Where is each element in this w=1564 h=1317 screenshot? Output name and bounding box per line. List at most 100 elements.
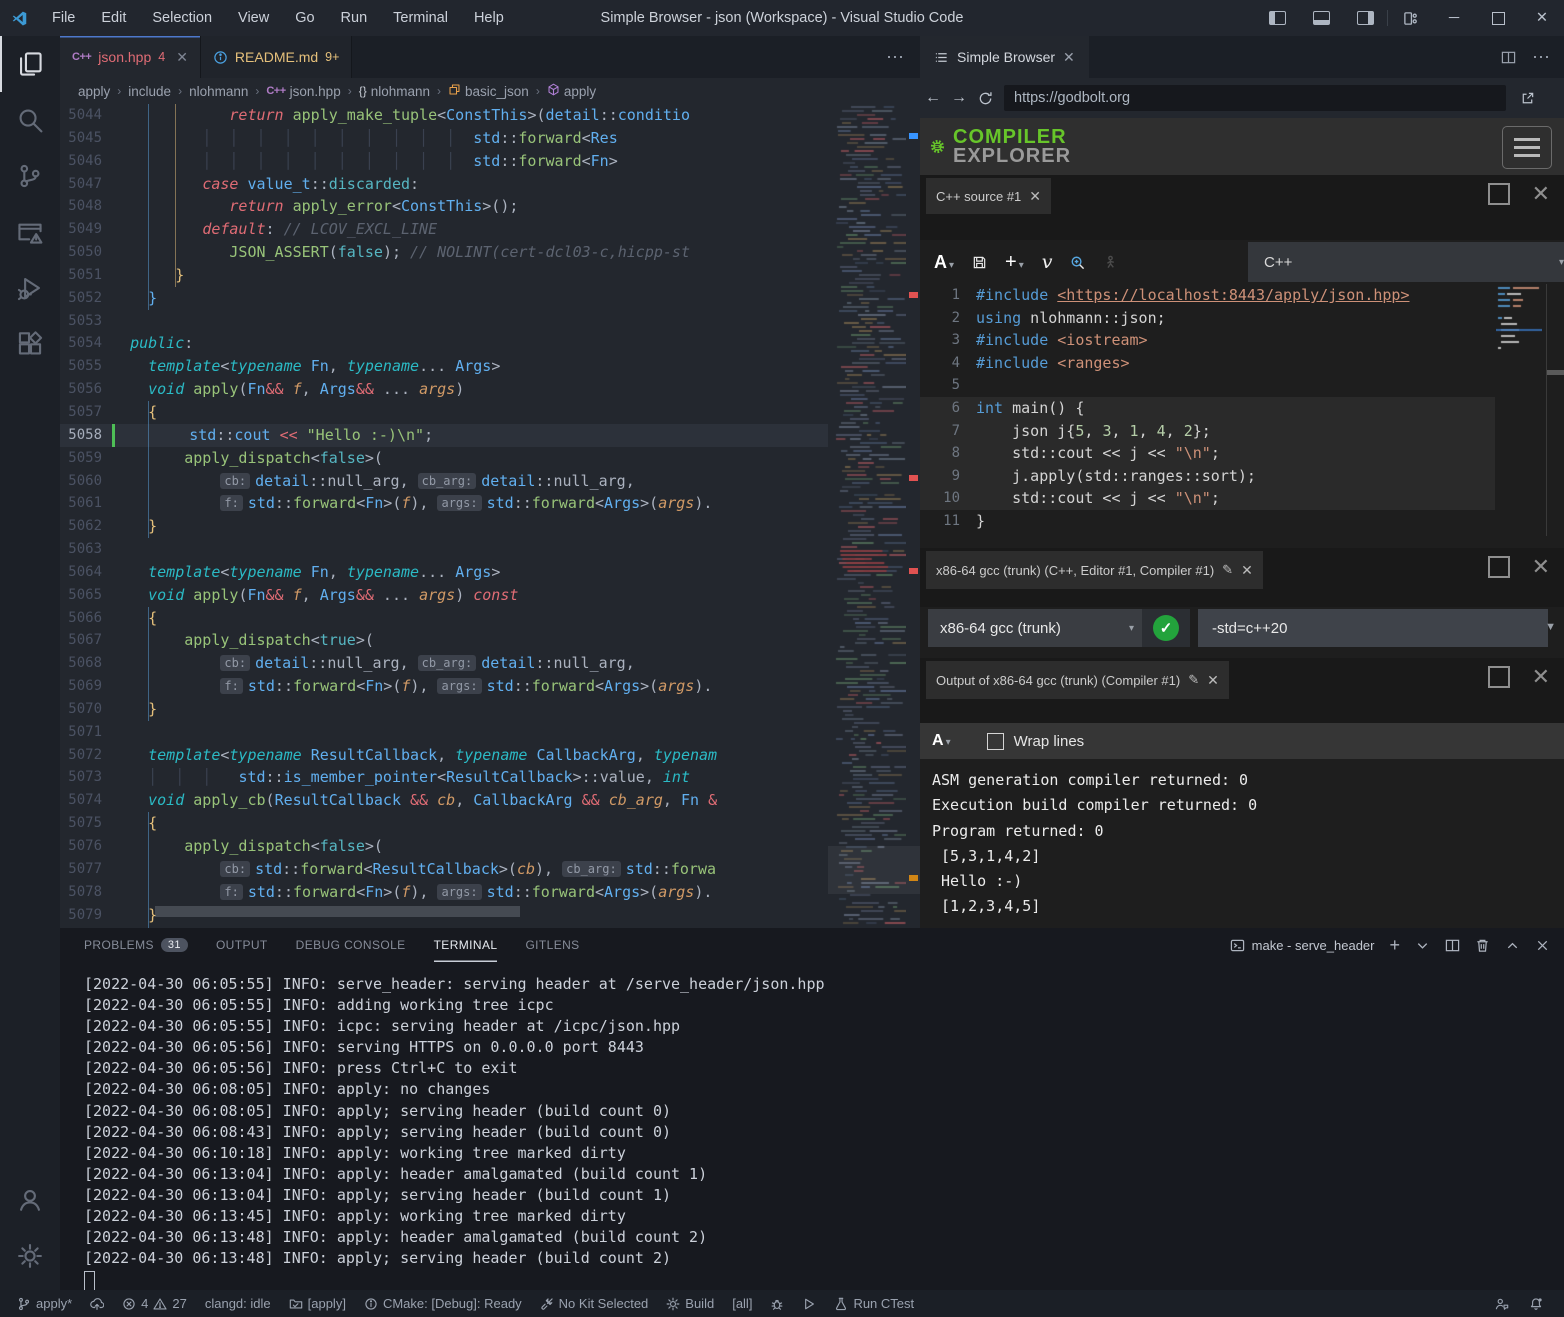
code-line[interactable]: 5063 — [60, 538, 920, 561]
close-pane-icon[interactable]: ✕ — [1532, 185, 1550, 203]
language-select[interactable]: C++▾ — [1248, 242, 1564, 282]
code-line[interactable]: 5047 case value_t::discarded: — [60, 173, 920, 196]
code-line[interactable]: 5078 f:std::forward<Fn>(f), args:std::fo… — [60, 881, 920, 904]
new-terminal-icon[interactable]: + — [1389, 935, 1400, 956]
status-item[interactable] — [1522, 1290, 1550, 1317]
status-item[interactable] — [83, 1290, 111, 1317]
close-pane-icon[interactable]: ✕ — [1532, 668, 1550, 686]
tab-readme-md[interactable]: README.md 9+ — [201, 36, 353, 78]
toggle-panel-icon[interactable] — [1299, 0, 1343, 36]
breadcrumb-item[interactable]: nlohmann — [189, 84, 248, 99]
debug-icon[interactable] — [0, 260, 60, 316]
settings-gear-icon[interactable] — [0, 1228, 60, 1284]
save-icon[interactable] — [972, 255, 987, 270]
code-line[interactable]: 5066 { — [60, 607, 920, 630]
status-item[interactable]: 427 — [115, 1290, 194, 1317]
minimap[interactable] — [828, 104, 920, 928]
code-line[interactable]: 5049 default: // LCOV_EXCL_LINE — [60, 218, 920, 241]
breadcrumb-item[interactable]: apply — [78, 84, 110, 99]
code-line[interactable]: 5053 — [60, 310, 920, 333]
scrollbar-handle[interactable] — [1547, 370, 1564, 375]
code-line[interactable]: 5055 template<typename Fn, typename... A… — [60, 355, 920, 378]
code-line[interactable]: 5045 │ │ │ │ │ │ │ │ │ │ std::forward<Re… — [60, 127, 920, 150]
breadcrumb-item[interactable]: include — [128, 84, 171, 99]
code-editor[interactable]: 5044 return apply_make_tuple<ConstThis>(… — [60, 104, 920, 928]
code-line[interactable]: 5064 template<typename Fn, typename... A… — [60, 561, 920, 584]
close-pane-icon[interactable]: ✕ — [1532, 558, 1550, 576]
editor-more-actions-icon[interactable]: ⋯ — [886, 36, 920, 78]
breadcrumb-item[interactable]: apply — [547, 83, 596, 99]
menu-go[interactable]: Go — [284, 7, 325, 29]
code-line[interactable]: 5044 return apply_make_tuple<ConstThis>(… — [60, 104, 920, 127]
minimap-slider[interactable] — [828, 846, 920, 894]
status-item[interactable]: clangd: idle — [198, 1290, 278, 1317]
code-line[interactable]: 5076 apply_dispatch<false>( — [60, 835, 920, 858]
code-line[interactable]: 5068 cb:detail::null_arg, cb_arg:detail:… — [60, 652, 920, 675]
compiler-select[interactable]: x86-64 gcc (trunk)▾ — [928, 609, 1144, 647]
split-editor-icon[interactable] — [1501, 50, 1516, 65]
maximize-pane-icon[interactable] — [1488, 666, 1510, 688]
code-line[interactable]: 5056 void apply(Fn&& f, Args&& ... args) — [60, 378, 920, 401]
code-line[interactable]: 10 std::cout << j << "\n"; — [920, 487, 1495, 510]
forward-icon[interactable]: → — [946, 89, 972, 107]
code-line[interactable]: 5067 apply_dispatch<true>( — [60, 629, 920, 652]
close-tab-icon[interactable]: ✕ — [176, 49, 188, 66]
zoom-search-icon[interactable] — [1070, 255, 1085, 270]
code-line[interactable]: 3#include <iostream> — [920, 329, 1495, 352]
status-item[interactable]: [all] — [725, 1290, 759, 1317]
code-line[interactable]: 5073 │ │ │ std::is_member_pointer<Result… — [60, 766, 920, 789]
panel-tab-problems[interactable]: PROBLEMS31 — [84, 928, 188, 962]
code-line[interactable]: 2using nlohmann::json; — [920, 307, 1495, 330]
code-line[interactable]: 5062 } — [60, 515, 920, 538]
code-line[interactable]: 5059 apply_dispatch<false>( — [60, 447, 920, 470]
menu-help[interactable]: Help — [463, 7, 515, 29]
status-item[interactable] — [795, 1290, 823, 1317]
close-panel-icon[interactable] — [1535, 938, 1550, 953]
files-icon[interactable] — [0, 36, 60, 92]
code-line[interactable]: 5061 f:std::forward<Fn>(f), args:std::fo… — [60, 492, 920, 515]
breadcrumb-item[interactable]: C++json.hpp — [266, 84, 340, 99]
code-line[interactable]: 11} — [920, 510, 1495, 533]
tab-simple-browser[interactable]: Simple Browser ✕ — [920, 36, 1089, 78]
add-pane-button[interactable]: +▾ — [1005, 251, 1024, 274]
breadcrumb-item[interactable]: {}nlohmann — [359, 84, 430, 99]
panel-tab-gitlens[interactable]: GITLENS — [525, 928, 579, 962]
code-line[interactable]: 5048 return apply_error<ConstThis>(); — [60, 195, 920, 218]
rename-icon[interactable]: ✎ — [1188, 672, 1199, 688]
godbolt-source-editor[interactable]: 1#include <https://localhost:8443/apply/… — [920, 284, 1495, 536]
reload-icon[interactable] — [972, 91, 998, 106]
toggle-sidebar-icon[interactable] — [1255, 0, 1299, 36]
maximize-icon[interactable] — [1476, 0, 1520, 36]
close-icon[interactable]: ✕ — [1241, 562, 1253, 579]
search-icon[interactable] — [0, 92, 60, 148]
minimize-icon[interactable]: ─ — [1432, 0, 1476, 36]
maximize-pane-icon[interactable] — [1488, 183, 1510, 205]
code-line[interactable]: 4#include <ranges> — [920, 352, 1495, 375]
split-terminal-icon[interactable] — [1445, 938, 1460, 953]
status-item[interactable]: No Kit Selected — [533, 1290, 656, 1317]
status-item[interactable]: Run CTest — [827, 1290, 921, 1317]
code-line[interactable]: 9 j.apply(std::ranges::sort); — [920, 465, 1495, 488]
code-line[interactable]: 5075 { — [60, 812, 920, 835]
code-line[interactable]: 5065 void apply(Fn&& f, Args&& ... args)… — [60, 584, 920, 607]
code-line[interactable]: 1#include <https://localhost:8443/apply/… — [920, 284, 1495, 307]
compiler-options-input[interactable]: -std=c++20 — [1198, 609, 1548, 647]
status-item[interactable]: Build — [659, 1290, 721, 1317]
source-tab[interactable]: C++ source #1 ✕ — [926, 178, 1051, 214]
code-line[interactable]: 5050 JSON_ASSERT(false); // NOLINT(cert-… — [60, 241, 920, 264]
person-icon[interactable] — [1103, 255, 1118, 270]
compiler-tab[interactable]: x86-64 gcc (trunk) (C++, Editor #1, Comp… — [926, 551, 1263, 589]
hamburger-menu-icon[interactable] — [1502, 126, 1552, 169]
close-tab-icon[interactable]: ✕ — [1063, 49, 1075, 66]
status-item[interactable] — [1488, 1290, 1516, 1317]
rename-icon[interactable]: ✎ — [1222, 562, 1233, 578]
extensions-icon[interactable] — [0, 316, 60, 372]
code-line[interactable]: 8 std::cout << j << "\n"; — [920, 442, 1495, 465]
app-window-warning-icon[interactable] — [0, 204, 60, 260]
menu-selection[interactable]: Selection — [141, 7, 223, 29]
account-icon[interactable] — [0, 1172, 60, 1228]
menu-file[interactable]: File — [41, 7, 86, 29]
code-line[interactable]: 5069 f:std::forward<Fn>(f), args:std::fo… — [60, 675, 920, 698]
code-line[interactable]: 5046 │ │ │ │ │ │ │ │ │ │ std::forward<Fn… — [60, 150, 920, 173]
code-line[interactable]: 5052 } — [60, 287, 920, 310]
